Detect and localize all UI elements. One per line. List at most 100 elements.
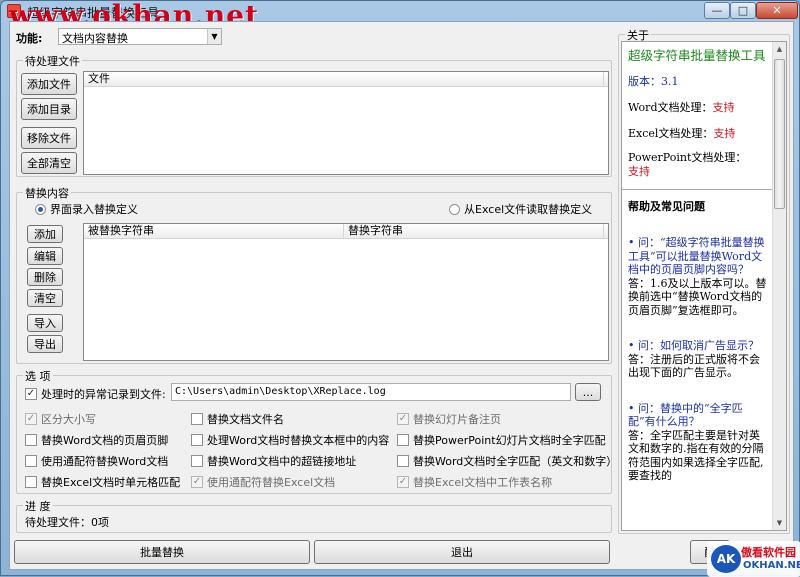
checkmark-icon[interactable]: ✓: [25, 388, 37, 400]
maximize-button[interactable]: □: [730, 2, 756, 19]
checkmark-icon[interactable]: ✓: [191, 476, 203, 488]
radio-manual-entry[interactable]: 界面录入替换定义: [35, 201, 138, 217]
faq-answer: 答：全字匹配主要是针对英文和数字的.指在有效的分隔符范围内如果选择全字匹配,要查…: [628, 428, 764, 483]
title-bar[interactable]: 超级字符串批量替换工具 www.okhan.net — □ ✕: [1, 0, 799, 32]
option-word-textbox[interactable]: 处理Word文档时替换文本框中的内容: [191, 432, 389, 448]
scroll-down-icon[interactable]: ▼: [773, 516, 786, 530]
replace-content-title: 替换内容: [23, 185, 71, 201]
option-word-whole-word[interactable]: 替换Word文档时全字匹配（英文和数字）: [397, 453, 617, 469]
option-label: 区分大小写: [41, 413, 96, 426]
add-folder-button[interactable]: 添加目录: [21, 98, 77, 120]
chevron-down-icon[interactable]: ▼: [207, 29, 221, 44]
about-app-name: 超级字符串批量替换工具: [628, 48, 766, 63]
faq-answer: 答：1.6及以上版本可以。替换前选中“替换Word文档的页眉页脚”复选框即可。: [628, 276, 767, 317]
progress-group: 进 度 待处理文件：0项: [16, 498, 612, 533]
progress-status: 待处理文件：0项: [25, 516, 109, 529]
replace-rules-header: 被替换字符串 替换字符串: [84, 224, 608, 239]
brand-name-en: OKHAN.NET: [743, 560, 800, 571]
checkbox-icon[interactable]: [191, 455, 203, 467]
replace-rules-list[interactable]: 被替换字符串 替换字符串: [83, 223, 609, 361]
brand-mark-icon: AK: [711, 545, 741, 573]
support-value: 支持: [713, 127, 736, 140]
bullet-icon: •: [628, 401, 638, 415]
checkbox-icon[interactable]: [397, 455, 409, 467]
faq-question-text: 问：如何取消广告显示？: [638, 339, 759, 352]
option-label: 处理Word文档时替换文本框中的内容: [207, 434, 390, 447]
clear-rules-button[interactable]: 清空: [27, 289, 63, 307]
import-button[interactable]: 导入: [27, 314, 63, 332]
option-label: 替换Excel文档中工作表名称: [413, 476, 553, 489]
radio-excel-label: 从Excel文件读取替换定义: [464, 203, 593, 216]
faq-item: • 问：如何取消广告显示？ 答：注册后的正式版将不会出现下面的广告显示。: [628, 339, 768, 380]
option-excel-wildcard[interactable]: ✓ 使用通配符替换Excel文档: [191, 474, 335, 490]
support-label: Word文档处理：: [628, 101, 713, 114]
option-excel-sheet-name[interactable]: ✓ 替换Excel文档中工作表名称: [397, 474, 552, 490]
checkbox-icon[interactable]: [25, 434, 37, 446]
checkbox-icon[interactable]: [25, 476, 37, 488]
support-label: Excel文档处理：: [628, 127, 714, 140]
export-button[interactable]: 导出: [27, 335, 63, 353]
add-file-button[interactable]: 添加文件: [21, 73, 77, 95]
checkbox-icon[interactable]: [191, 413, 203, 425]
checkmark-icon[interactable]: ✓: [397, 476, 409, 488]
file-list-header: 文件: [84, 72, 608, 87]
delete-rule-button[interactable]: 删除: [27, 268, 63, 286]
clear-all-button[interactable]: 全部清空: [21, 152, 77, 174]
checkmark-icon[interactable]: ✓: [25, 413, 37, 425]
support-value: 支持: [628, 165, 650, 178]
option-excel-cell-match[interactable]: 替换Excel文档时单元格匹配: [25, 474, 180, 490]
option-word-wildcard[interactable]: 使用通配符替换Word文档: [25, 453, 168, 469]
option-case-sensitive[interactable]: ✓ 区分大小写: [25, 411, 96, 427]
option-slide-notes[interactable]: ✓ 替换幻灯片备注页: [397, 411, 501, 427]
checkmark-icon[interactable]: ✓: [397, 413, 409, 425]
option-label: 替换文档文件名: [207, 413, 284, 426]
radio-unselected-icon[interactable]: [449, 203, 460, 215]
batch-replace-button[interactable]: 批量替换: [14, 540, 310, 564]
edit-rule-button[interactable]: 编辑: [27, 247, 63, 265]
about-content: 超级字符串批量替换工具 版本：3.1 Word文档处理：支持 Excel文档处理…: [622, 48, 774, 483]
scroll-thumb[interactable]: [774, 59, 785, 209]
radio-selected-icon[interactable]: [35, 203, 46, 215]
option-word-header-footer[interactable]: 替换Word文档的页眉页脚: [25, 432, 168, 448]
option-label: 使用通配符替换Word文档: [41, 455, 169, 468]
pending-files-title: 待处理文件: [23, 53, 82, 69]
about-panel[interactable]: 超级字符串批量替换工具 版本：3.1 Word文档处理：支持 Excel文档处理…: [621, 41, 787, 531]
option-label: 替换Word文档时全字匹配（英文和数字）: [413, 455, 618, 468]
support-value: 支持: [712, 101, 735, 114]
column-replace-string[interactable]: 替换字符串: [344, 224, 604, 239]
file-list[interactable]: 文件: [83, 71, 609, 175]
option-label: 使用通配符替换Excel文档: [207, 476, 336, 489]
option-replace-filename[interactable]: 替换文档文件名: [191, 411, 284, 427]
about-scrollbar[interactable]: ▲ ▼: [772, 42, 786, 530]
log-errors-label: 处理时的异常记录到文件:: [41, 388, 166, 401]
support-label: PowerPoint文档处理：: [628, 151, 747, 164]
checkbox-icon[interactable]: [397, 434, 409, 446]
add-rule-button[interactable]: 添加: [27, 225, 63, 243]
exit-button[interactable]: 退出: [314, 540, 610, 564]
log-path-input[interactable]: C:\Users\admin\Desktop\XReplace.log: [171, 383, 571, 401]
main-window: 超级字符串批量替换工具 www.okhan.net — □ ✕ 功能: 文档内容…: [0, 0, 800, 577]
radio-excel-source[interactable]: 从Excel文件读取替换定义: [449, 201, 592, 217]
option-label: 替换Excel文档时单元格匹配: [41, 476, 181, 489]
replace-content-group: 替换内容 界面录入替换定义 从Excel文件读取替换定义 添加 编辑 删除 清空…: [16, 185, 612, 364]
option-label: 替换Word文档的页眉页脚: [41, 434, 169, 447]
log-errors-checkbox[interactable]: ✓ 处理时的异常记录到文件:: [25, 386, 166, 402]
column-find-string[interactable]: 被替换字符串: [84, 224, 344, 239]
option-word-hyperlink[interactable]: 替换Word文档中的超链接地址: [191, 453, 356, 469]
bullet-icon: •: [628, 339, 638, 352]
checkbox-icon[interactable]: [191, 434, 203, 446]
faq-question-text: 问：替换中的“全字匹配”有什么用？: [628, 401, 743, 429]
checkbox-icon[interactable]: [25, 455, 37, 467]
option-label: 替换幻灯片备注页: [413, 413, 501, 426]
function-combo-value: 文档内容替换: [62, 32, 128, 45]
remove-file-button[interactable]: 移除文件: [21, 127, 77, 149]
column-file[interactable]: 文件: [84, 72, 604, 87]
scroll-up-icon[interactable]: ▲: [773, 42, 786, 56]
function-combo[interactable]: 文档内容替换 ▼: [58, 28, 222, 45]
faq-item: • 问：替换中的“全字匹配”有什么用？ 答：全字匹配主要是针对英文和数字的.指在…: [628, 402, 768, 483]
radio-manual-label: 界面录入替换定义: [50, 203, 138, 216]
option-ppt-whole-word[interactable]: 替换PowerPoint幻灯片文档时全字匹配: [397, 432, 606, 448]
minimize-button[interactable]: —: [704, 2, 730, 19]
browse-log-button[interactable]: ...: [575, 383, 601, 401]
close-button[interactable]: ✕: [756, 2, 798, 19]
